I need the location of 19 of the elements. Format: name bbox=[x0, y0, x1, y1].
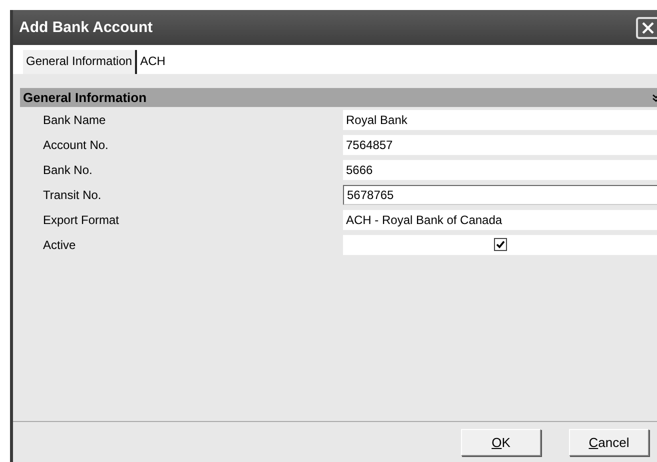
dialog-button[interactable]: OK bbox=[461, 428, 541, 456]
field-label: Active bbox=[42, 238, 77, 252]
close-icon bbox=[641, 20, 655, 34]
field-label: Transit No. bbox=[42, 188, 102, 202]
input-field[interactable]: 5666 bbox=[343, 160, 657, 180]
input-field[interactable]: 5678765 bbox=[343, 184, 657, 204]
input-field[interactable]: 7564857 bbox=[343, 134, 657, 154]
section-header[interactable]: General Information bbox=[20, 88, 657, 107]
tab[interactable]: General Information bbox=[23, 50, 138, 74]
field-label: Account No. bbox=[42, 138, 110, 152]
dialog-button[interactable]: Cancel bbox=[569, 428, 649, 456]
close-button[interactable] bbox=[636, 16, 657, 38]
input-field[interactable]: ACH - Royal Bank of Canada bbox=[343, 210, 657, 230]
checkbox[interactable] bbox=[494, 238, 507, 251]
input-field[interactable]: Royal Bank bbox=[343, 110, 657, 130]
field-label: Bank No. bbox=[42, 162, 94, 176]
window-title: Add Bank Account bbox=[19, 19, 153, 36]
field-label: Export Format bbox=[42, 212, 120, 226]
field-label: Bank Name bbox=[42, 112, 107, 126]
